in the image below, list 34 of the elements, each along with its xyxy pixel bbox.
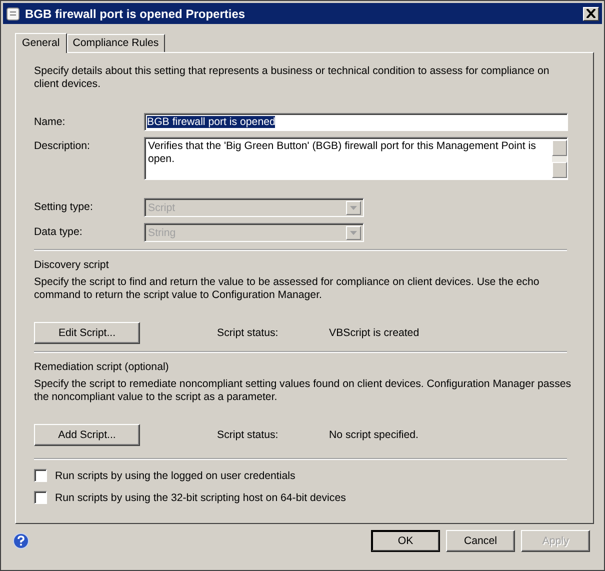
tab[interactable]: General <box>15 33 67 53</box>
field-label: Data type: <box>34 225 84 240</box>
field-label: Setting type: <box>34 200 94 215</box>
intro-text: Specify details about this setting that represents a business or technical condition to assess for compliance on client devices. <box>34 65 550 91</box>
section-heading: Remediation script (optional) <box>34 361 170 373</box>
name-field[interactable]: BGB firewall port is opened <box>144 113 568 131</box>
checkbox-label: Run scripts by using the 32-bit scripting host on 64-bit devices <box>55 492 346 504</box>
status-label: Script status: <box>217 327 280 339</box>
status-label: Script status: <box>217 429 280 441</box>
section-description: Specify the script to find and return the value to be assessed for compliance on client devices. Use the echo command to return the script value to Configuration Manager. <box>34 276 540 302</box>
description-field[interactable]: Verifies that the 'Big Green Button' (BGB) firewall port for this Management Point is open. <box>144 137 568 180</box>
tab[interactable]: Compliance Rules <box>66 34 165 52</box>
section-description: Specify the script to remediate noncompliant setting values found on client devices. Configuration Manager passes the noncompliant value to the script as a parameter. <box>34 378 572 404</box>
section-heading: Discovery script <box>34 259 110 271</box>
script-button[interactable]: Add Script... <box>34 424 140 446</box>
window-icon <box>6 6 20 20</box>
dialog-button[interactable]: OK <box>371 530 440 552</box>
scroll-up-button[interactable] <box>552 140 567 156</box>
checkbox[interactable] <box>34 469 47 482</box>
checkbox-label: Run scripts by using the logged on user credentials <box>55 470 296 482</box>
help-icon[interactable] <box>13 533 29 549</box>
field-label: Description: <box>34 139 91 154</box>
status-value: VBScript is created <box>329 327 420 339</box>
field-label: Name: <box>34 115 66 130</box>
scrollbar[interactable] <box>552 140 567 178</box>
window-title: BGB firewall port is opened Properties <box>25 6 246 20</box>
status-value: No script specified. <box>329 429 418 441</box>
script-button[interactable]: Edit Script... <box>34 322 140 344</box>
scroll-down-button[interactable] <box>552 162 567 178</box>
field-value: Verifies that the 'Big Green Button' (BGB) firewall port for this Management Point is open. <box>148 140 537 166</box>
close-button[interactable] <box>583 6 599 20</box>
checkbox[interactable] <box>34 491 47 504</box>
field-value: BGB firewall port is opened <box>147 116 276 128</box>
dialog-button[interactable]: Cancel <box>446 530 515 552</box>
